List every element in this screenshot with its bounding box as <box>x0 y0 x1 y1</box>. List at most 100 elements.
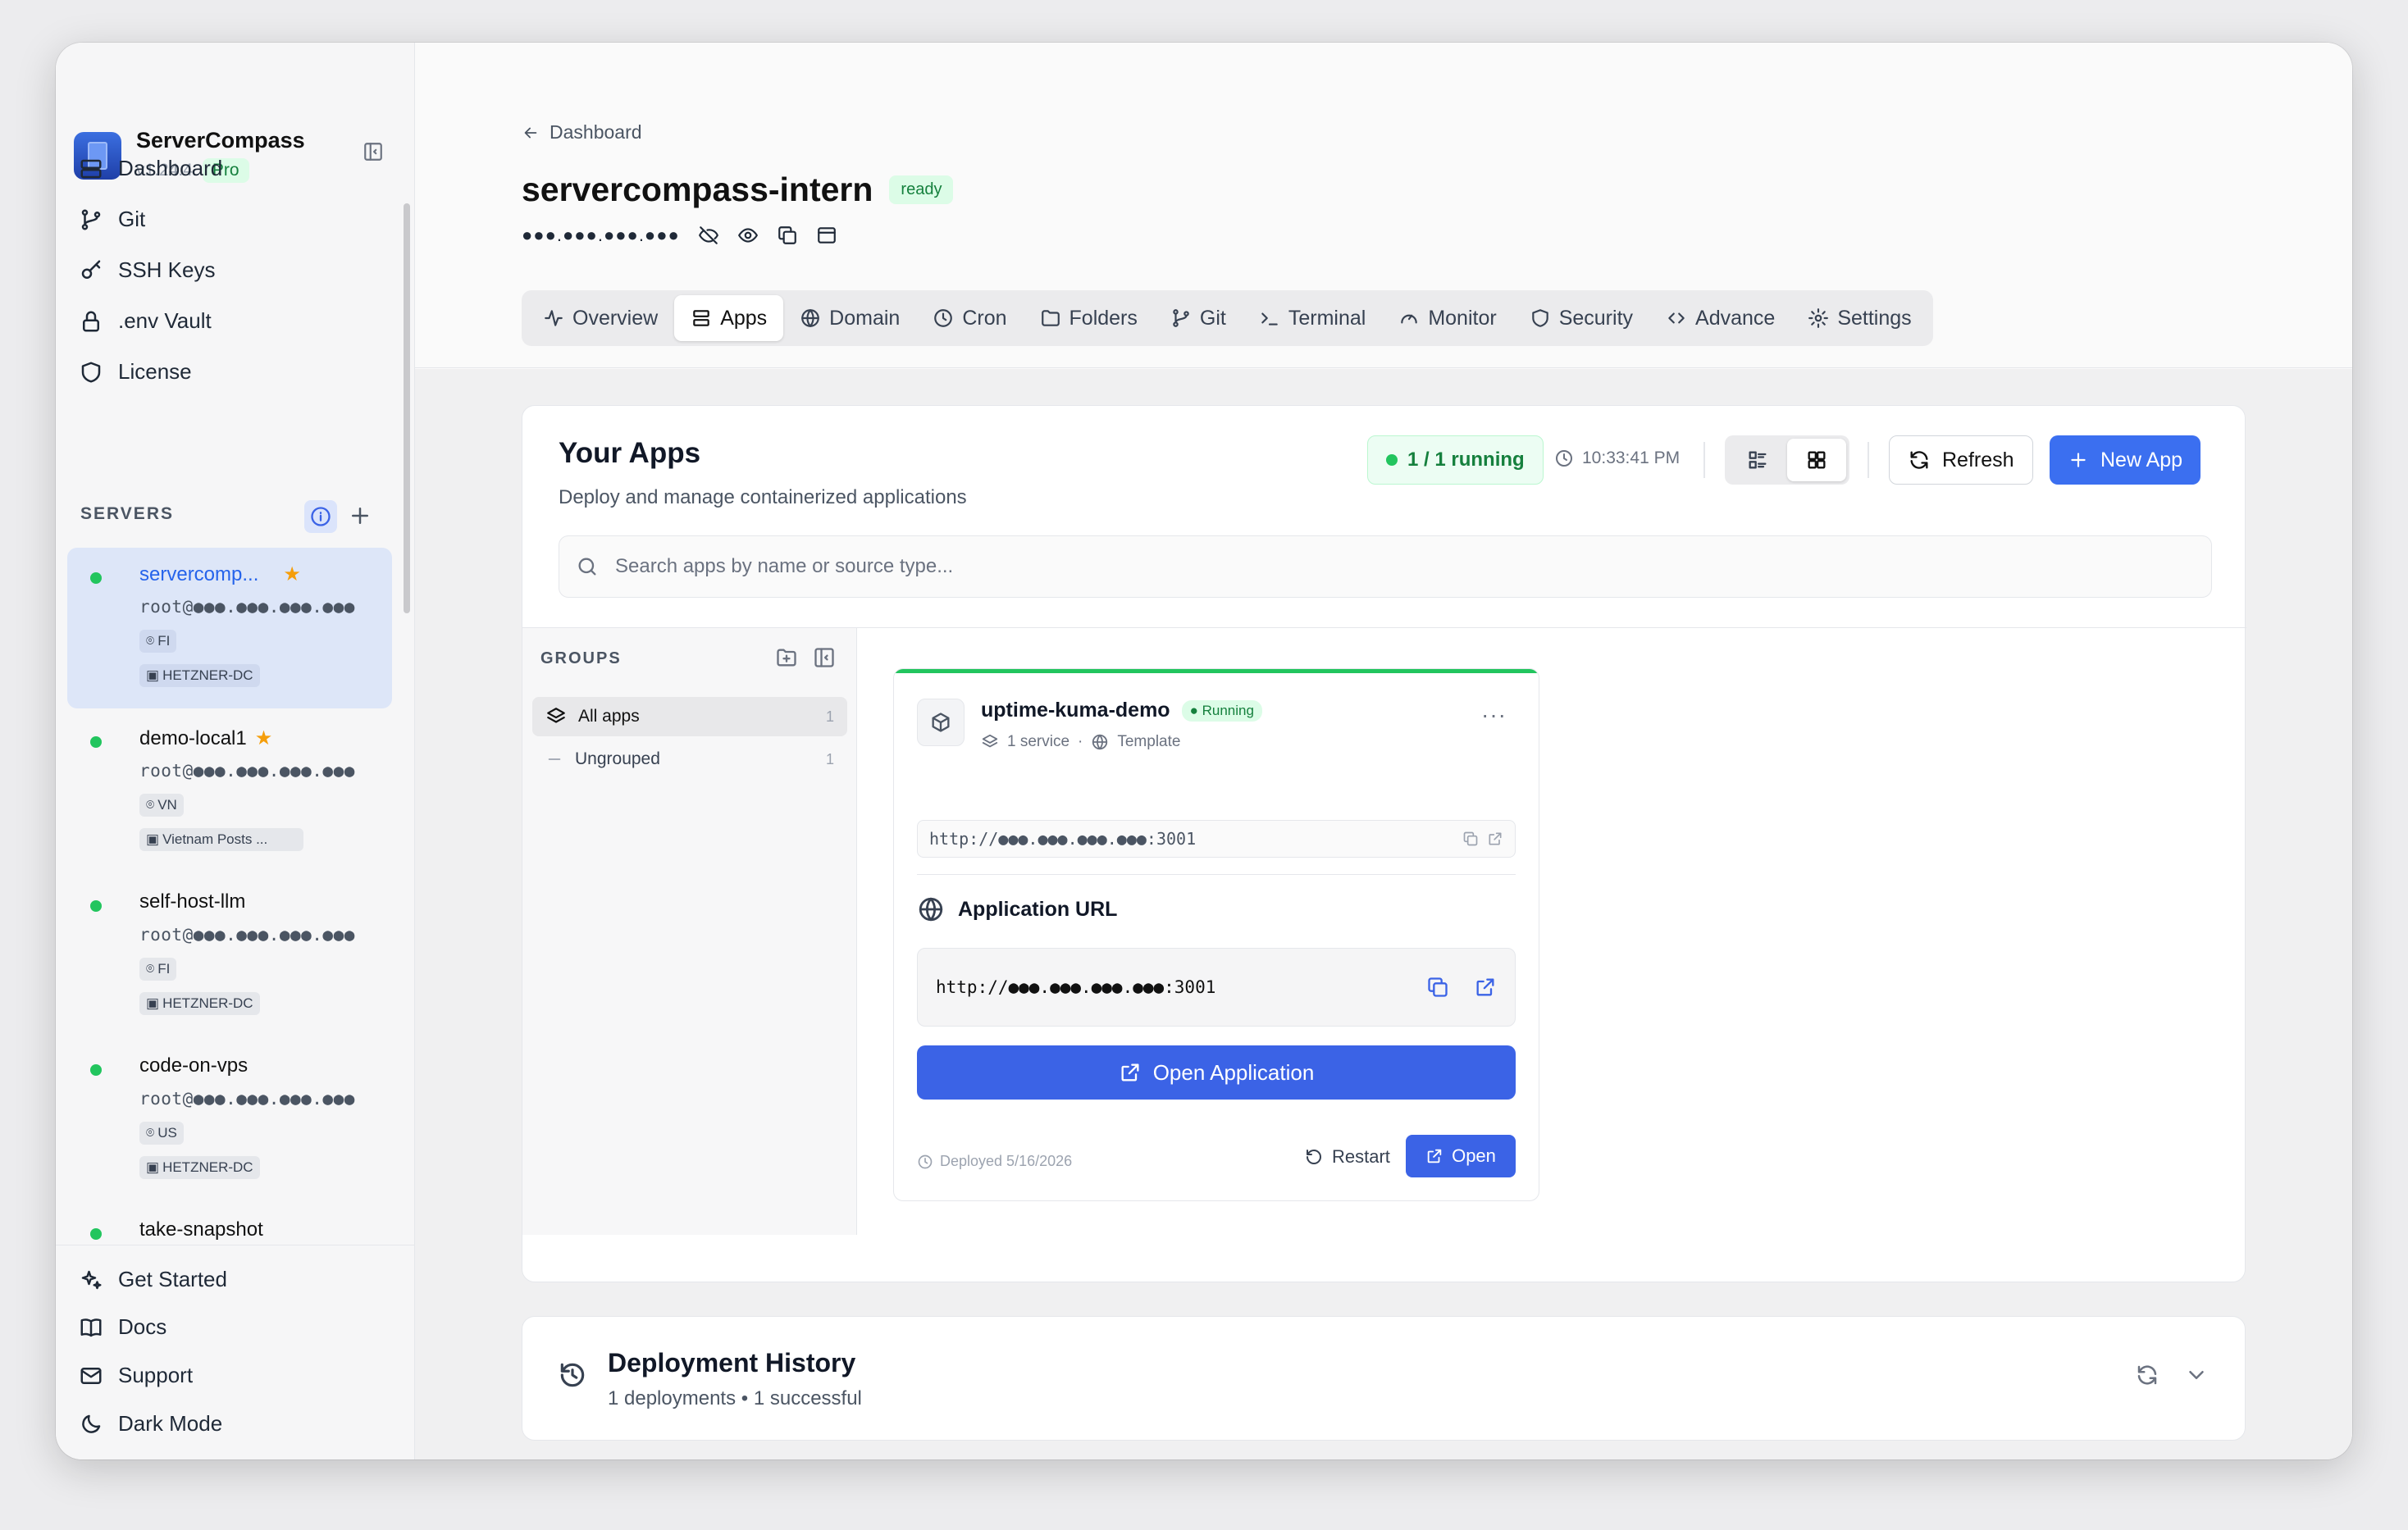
server-item[interactable]: self-host-llm root@●●●.●●●.●●●.●●● ⌾ FI ▣… <box>67 876 392 1036</box>
external-link-icon <box>1427 1149 1442 1163</box>
nav-license[interactable]: License <box>79 359 192 385</box>
nav-docs[interactable]: Docs <box>79 1314 166 1340</box>
browser-icon[interactable] <box>816 225 837 246</box>
region-tag: ⌾ VN <box>139 794 184 817</box>
add-server-icon[interactable] <box>348 503 372 528</box>
server-item[interactable]: demo-local1 ★ root@●●●.●●●.●●●.●●● ⌾ VN ▣ V… <box>67 712 392 872</box>
restart-button[interactable]: Restart <box>1304 1146 1390 1168</box>
server-item[interactable]: code-on-vps root@●●●.●●●.●●●.●●● ⌾ US ▣ HE… <box>67 1040 392 1200</box>
tab-advance[interactable]: Advance <box>1649 295 1791 341</box>
apps-panel: Your Apps Deploy and manage containerize… <box>522 405 2246 1282</box>
panel-collapse-icon[interactable] <box>813 646 836 669</box>
info-icon[interactable] <box>304 500 337 533</box>
last-updated: 10:33:41 PM <box>1554 449 1680 468</box>
server-item[interactable]: servercomp... ★ root@●●●.●●●.●●●.●●● ⌾ FI … <box>67 548 392 708</box>
more-options-icon[interactable]: ··· <box>1481 702 1507 728</box>
refresh-button[interactable]: Refresh <box>1889 435 2033 485</box>
tab-settings[interactable]: Settings <box>1791 295 1927 341</box>
group-ungrouped[interactable]: Ungrouped 1 <box>532 740 847 779</box>
open-button[interactable]: Open <box>1406 1135 1516 1177</box>
star-icon[interactable]: ★ <box>283 562 301 586</box>
new-app-button[interactable]: New App <box>2050 435 2201 485</box>
nav-dark-mode[interactable]: Dark Mode <box>79 1411 222 1437</box>
clock-icon <box>934 309 953 327</box>
tab-terminal[interactable]: Terminal <box>1243 295 1382 341</box>
refresh-icon[interactable] <box>2135 1363 2159 1387</box>
sidebar-scrollbar[interactable] <box>404 203 410 613</box>
search-input[interactable]: Search apps by name or source type... <box>559 535 2212 598</box>
nav-env-vault[interactable]: .env Vault <box>79 308 212 334</box>
app-name[interactable]: uptime-kuma-demo <box>981 699 1170 722</box>
apps-title: Your Apps <box>559 437 701 469</box>
provider-tag: ▣ HETZNER-DC <box>139 992 260 1015</box>
view-toggle <box>1725 435 1849 485</box>
arrow-left-icon <box>524 127 537 138</box>
server-header: Dashboard servercompass-intern ready ●●●… <box>415 43 2352 368</box>
tab-security[interactable]: Security <box>1513 295 1649 341</box>
back-link[interactable]: Dashboard <box>522 121 642 143</box>
nav-label: Dark Mode <box>118 1411 223 1436</box>
nav-label: .env Vault <box>118 308 212 333</box>
gear-icon <box>1808 308 1829 328</box>
tab-domain[interactable]: Domain <box>783 295 916 341</box>
external-link-icon[interactable] <box>1487 831 1503 847</box>
nav-label: Docs <box>118 1314 167 1339</box>
nav-dashboard[interactable]: Dashboard <box>79 156 222 181</box>
tab-overview[interactable]: Overview <box>527 295 674 341</box>
history-icon <box>560 1363 585 1387</box>
grid-icon <box>1808 451 1826 469</box>
external-link-icon[interactable] <box>1474 976 1497 999</box>
grid-view-button[interactable] <box>1787 439 1846 481</box>
group-all-apps[interactable]: All apps 1 <box>532 697 847 736</box>
tab-cron[interactable]: Cron <box>916 295 1023 341</box>
copy-icon[interactable] <box>777 225 798 246</box>
server-host: root@●●●.●●●.●●●.●●● <box>139 1089 355 1109</box>
server-item[interactable]: take-snapshot <box>67 1204 392 1243</box>
open-application-button[interactable]: Open Application <box>917 1045 1516 1100</box>
star-icon[interactable]: ★ <box>255 726 273 750</box>
lock-icon <box>83 311 99 331</box>
globe-icon <box>919 897 943 922</box>
server-title: servercompass-intern <box>522 171 873 208</box>
nav-label: Dashboard <box>118 156 223 180</box>
nav-label: Support <box>118 1363 194 1387</box>
eye-icon[interactable] <box>737 225 759 246</box>
nav-get-started[interactable]: Get Started <box>79 1267 227 1292</box>
terminal-icon <box>1261 312 1278 326</box>
nav-label: Get Started <box>118 1267 227 1291</box>
copy-icon[interactable] <box>1426 976 1449 999</box>
servers-heading: SERVERS <box>80 504 174 523</box>
folder-plus-icon[interactable] <box>775 646 798 669</box>
sidebar: ServerCompass v1.24.4 Pro Dashboard Git S… <box>56 43 415 1459</box>
server-name: code-on-vps <box>139 1054 249 1077</box>
refresh-icon <box>1910 451 1928 469</box>
deployed-date: Deployed 5/16/2026 <box>917 1153 1072 1170</box>
book-icon <box>80 1318 102 1336</box>
tab-apps[interactable]: Apps <box>674 295 784 341</box>
nav-ssh-keys[interactable]: SSH Keys <box>79 257 216 283</box>
tab-folders[interactable]: Folders <box>1024 295 1154 341</box>
restart-icon <box>1307 1149 1321 1164</box>
page-title: servercompass-intern ready <box>522 171 954 209</box>
apps-subtitle: Deploy and manage containerized applicat… <box>559 486 967 508</box>
server-name: take-snapshot <box>139 1218 263 1241</box>
server-name: self-host-llm <box>139 890 246 913</box>
sidebar-collapse-icon[interactable] <box>363 141 384 162</box>
nav-git[interactable]: Git <box>79 207 145 232</box>
deployment-history[interactable]: Deployment History 1 deployments • 1 suc… <box>522 1316 2246 1441</box>
app-meta: 1 service · Template <box>981 733 1180 751</box>
region-tag: ⌾ US <box>139 1122 184 1145</box>
list-view-button[interactable] <box>1728 439 1787 481</box>
tab-monitor[interactable]: Monitor <box>1382 295 1512 341</box>
nav-support[interactable]: Support <box>79 1363 193 1388</box>
tab-git[interactable]: Git <box>1154 295 1243 341</box>
server-icon <box>80 159 102 178</box>
main-content: Dashboard servercompass-intern ready ●●●… <box>415 43 2352 1459</box>
chevron-down-icon[interactable] <box>2184 1363 2209 1387</box>
region-tag: ⌾ FI <box>139 958 177 981</box>
shield-icon <box>1531 309 1548 327</box>
server-host: root@●●●.●●●.●●●.●●● <box>139 597 355 617</box>
copy-icon[interactable] <box>1462 831 1479 847</box>
eye-off-icon[interactable] <box>698 225 719 246</box>
layers-icon <box>982 734 998 748</box>
